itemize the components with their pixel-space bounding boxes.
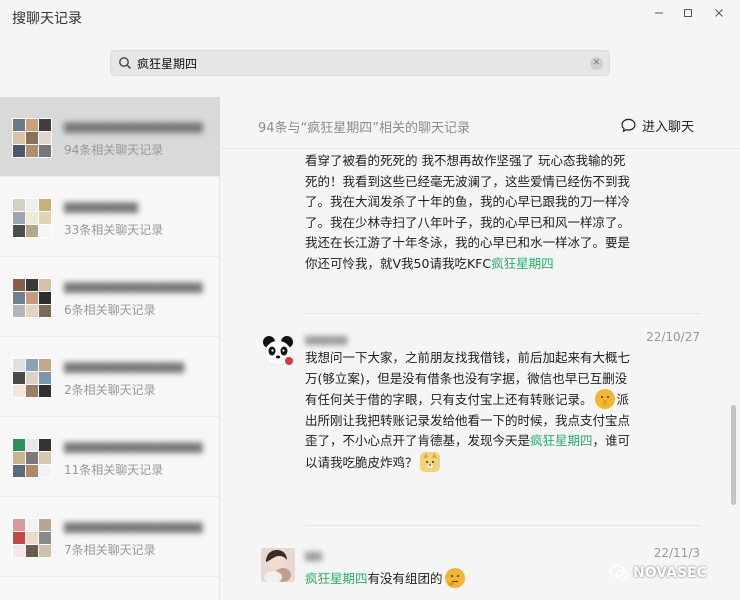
conversation-item[interactable]: ▆▆▆▆▆▆▆▆ 33条相关聊天记录 [0,177,220,257]
panda-avatar-icon [261,333,295,367]
close-icon [715,9,723,17]
enter-chat-button[interactable]: 进入聊天 [620,115,694,135]
enter-chat-label: 进入聊天 [642,119,695,135]
group-avatar [12,518,52,558]
conversation-match-count: 94条相关聊天记录 [64,143,164,157]
conversation-name-blurred: ▆▆▆▆▆▆▆▆ [64,199,138,213]
search-input[interactable] [137,54,577,72]
result-divider [305,313,701,314]
window-title: 搜聊天记录 [12,11,82,27]
conversation-name-blurred: ▆▆▆▆▆▆▆▆▆▆▆▆▆▆▆ [64,519,203,533]
results-scrollbar[interactable] [731,405,736,505]
sender-name-blurred: ▆▆ [305,549,322,561]
title-bar: 搜聊天记录 [0,0,740,34]
wechat-logo-icon [609,564,629,581]
group-avatar [12,198,52,238]
conversation-match-count: 6条相关聊天记录 [64,303,156,317]
message-date: 22/11/3 [653,546,700,560]
result-divider [305,525,701,526]
results-header: 94条与“疯狂星期四”相关的聊天记录 进入聊天 [221,97,740,149]
conversation-match-count: 7条相关聊天记录 [64,543,156,557]
thinking-emoji-icon [444,568,465,588]
search-bar: ✕ [110,50,610,76]
watermark: NOVASEC [609,564,707,582]
search-results-pane: 94条与“疯狂星期四”相关的聊天记录 进入聊天 看穿了被看的死死的 我不想再故作… [221,97,740,600]
minimize-icon [655,12,663,14]
group-avatar [12,118,52,158]
group-avatar [12,438,52,478]
sender-avatar[interactable] [261,333,295,367]
chat-bubble-icon [621,118,636,132]
conversation-match-count: 33条相关聊天记录 [64,223,164,237]
maximize-icon [684,9,692,17]
search-chat-history-window: 搜聊天记录 ✕ ▆▆▆▆▆▆▆▆▆▆▆▆▆▆▆ 94条相关聊天记录 [0,0,740,600]
conversation-name-blurred: ▆▆▆▆▆▆▆▆▆▆▆▆▆▆▆ [64,119,203,133]
conversation-item[interactable]: ▆▆▆▆▆▆▆▆▆▆▆▆▆▆▆ 7条相关聊天记录 [0,497,220,577]
group-avatar [12,358,52,398]
search-icon [119,57,132,70]
message-text: 疯狂星期四有没有组团的 [305,568,635,590]
shush-emoji-icon [594,389,615,409]
keyword-highlight: 疯狂星期四 [530,433,593,448]
conversation-item[interactable]: ▆▆▆▆▆▆▆▆▆▆▆▆▆▆▆ 11条相关聊天记录 [0,417,220,497]
conversation-name-blurred: ▆▆▆▆▆▆▆▆▆▆▆▆▆▆▆ [64,279,203,293]
clear-search-icon[interactable]: ✕ [590,57,603,70]
conversation-item[interactable]: ▆▆▆▆▆▆▆▆▆▆▆▆▆ 2条相关聊天记录 [0,337,220,417]
message-text: 看穿了被看的死死的 我不想再故作坚强了 玩心态我输的死死的！我看到这些已经毫无波… [305,153,631,271]
maximize-button[interactable] [675,4,701,22]
sender-name-blurred: ▆▆▆▆▆ [305,333,348,345]
message-text: 我想问一下大家，之前朋友找我借钱，前后加起来有大概七万(够立案)，但是没有借条也… [305,350,631,472]
group-avatar [12,278,52,318]
results-summary: 94条与“疯狂星期四”相关的聊天记录 [258,121,471,136]
conversation-name-blurred: ▆▆▆▆▆▆▆▆▆▆▆▆▆▆▆ [64,439,203,453]
conversation-match-count: 11条相关聊天记录 [64,463,164,477]
sender-avatar[interactable] [261,548,295,582]
watermark-text: NOVASEC [633,565,707,581]
conversation-match-count: 2条相关聊天记录 [64,383,156,397]
minimize-button[interactable] [646,4,672,22]
close-button[interactable] [706,4,732,22]
conversation-item[interactable]: ▆▆▆▆▆▆▆▆▆▆▆▆▆▆▆ 94条相关聊天记录 [0,97,220,177]
conversation-list: ▆▆▆▆▆▆▆▆▆▆▆▆▆▆▆ 94条相关聊天记录 ▆▆▆▆▆▆▆▆ 33条相关… [0,97,220,600]
message-date: 22/10/27 [646,330,700,344]
keyword-highlight: 疯狂星期四 [305,571,368,586]
doge-emoji-icon [419,451,440,472]
keyword-highlight: 疯狂星期四 [491,255,554,271]
conversation-item[interactable]: ▆▆▆▆▆▆▆▆▆▆▆▆▆▆▆ 6条相关聊天记录 [0,257,220,337]
conversation-name-blurred: ▆▆▆▆▆▆▆▆▆▆▆▆▆ [64,359,184,373]
portrait-avatar-icon [261,548,295,582]
